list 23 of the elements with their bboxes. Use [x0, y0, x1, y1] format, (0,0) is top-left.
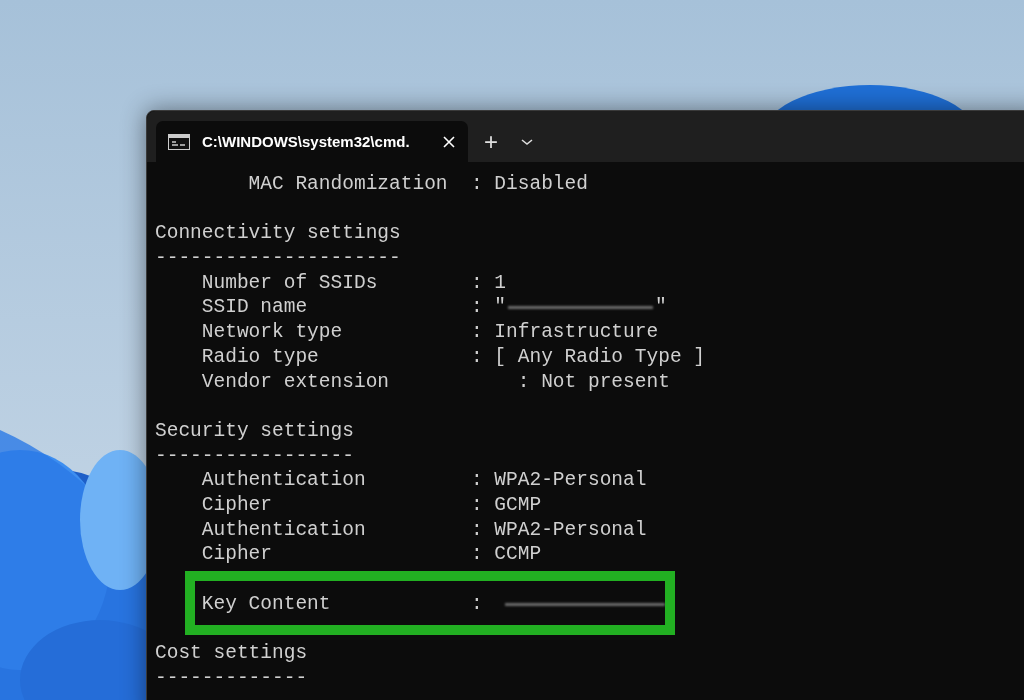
dropdown-caret-icon[interactable] [520, 136, 534, 147]
terminal-line: Radio type : [ Any Radio Type ] [200, 344, 705, 370]
terminal-line: SSID name : " [200, 295, 507, 321]
new-tab-button[interactable]: + [484, 127, 498, 156]
terminal-line: Vendor extension : Not present [200, 369, 670, 395]
terminal-line: Number of SSIDs : 1 [200, 270, 507, 296]
section-heading: Cost settings [155, 641, 308, 666]
terminal-icon [168, 133, 190, 150]
terminal-line: Authentication : WPA2-Personal [200, 468, 647, 493]
dashed-rule: ----------------- [155, 443, 354, 469]
dashed-rule: ------------- [155, 665, 308, 691]
close-icon[interactable] [442, 134, 456, 149]
dashed-rule: --------------------- [155, 246, 401, 271]
terminal-line: MAC Randomization : Disabled [247, 172, 588, 197]
quote-mark: " [655, 295, 667, 321]
terminal-line: Authentication : WPA2-Personal [200, 517, 647, 543]
terminal-tab[interactable]: C:\WINDOWS\system32\cmd. [156, 121, 468, 162]
terminal-line: Key Content : [200, 591, 483, 617]
terminal-line: Cipher : GCMP [200, 492, 542, 518]
section-heading: Connectivity settings [155, 221, 401, 247]
terminal-line: Network type : Infrastructure [200, 320, 659, 345]
terminal-line: Cipher : CCMP [200, 542, 542, 567]
section-heading: Security settings [155, 418, 354, 444]
